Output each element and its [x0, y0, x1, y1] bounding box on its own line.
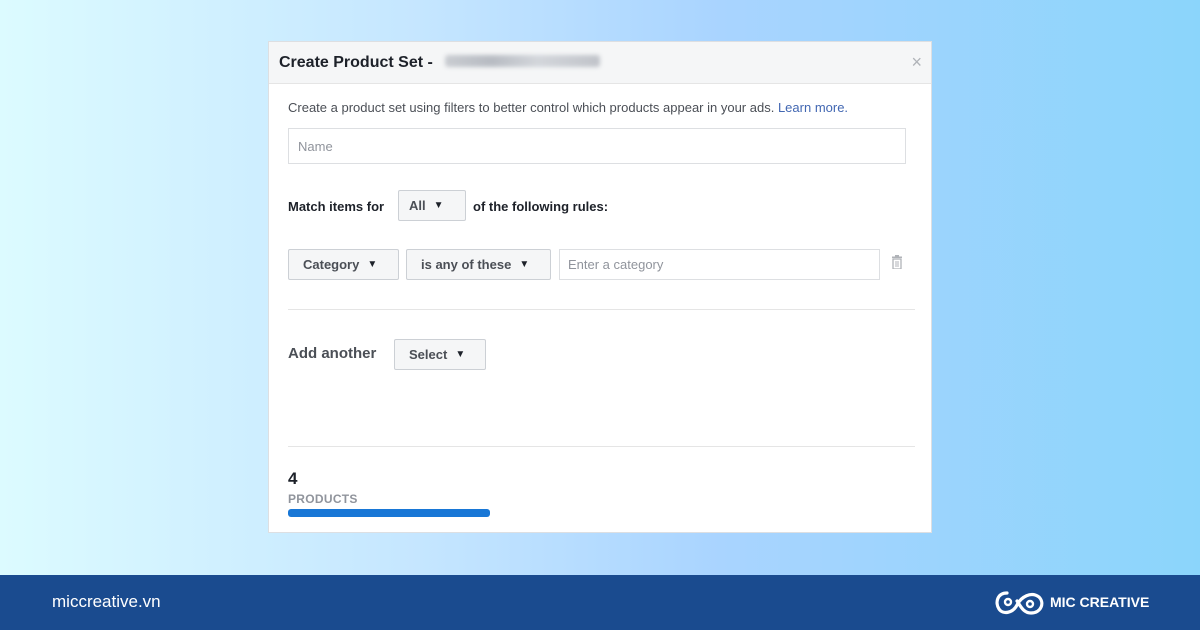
- product-count: 4: [288, 469, 298, 488]
- name-input[interactable]: [288, 128, 906, 164]
- product-count-label: PRODUCTS: [288, 492, 358, 506]
- following-rules-label: of the following rules:: [473, 199, 609, 214]
- learn-more-link[interactable]: Learn more.: [778, 100, 848, 115]
- divider: [288, 309, 915, 310]
- divider: [288, 446, 915, 447]
- footer-bar: miccreative.vn MIC CREATIVE: [0, 575, 1200, 630]
- rule-operator-dropdown[interactable]: is any of these ▼: [406, 249, 551, 280]
- add-rule-select-value: Select: [409, 347, 448, 362]
- match-items-label: Match items for: [288, 199, 385, 214]
- rule-operator-value: is any of these: [421, 257, 512, 272]
- brand-name: MIC CREATIVE: [1050, 594, 1150, 610]
- rule-field-value: Category: [303, 257, 360, 272]
- dialog-title-text: Create Product Set -: [279, 54, 433, 71]
- mic-creative-logo-icon: [995, 591, 1044, 615]
- add-another-label: Add another: [288, 345, 377, 362]
- blurred-catalog-name: [445, 55, 601, 68]
- match-mode-value: All: [409, 198, 426, 213]
- match-mode-dropdown[interactable]: All ▼: [398, 190, 466, 221]
- close-icon[interactable]: ×: [911, 52, 922, 72]
- caret-down-icon: ▼: [519, 259, 530, 270]
- caret-down-icon: ▼: [367, 259, 378, 270]
- intro-text: Create a product set using filters to be…: [288, 100, 848, 115]
- product-progress-bar: [288, 509, 490, 517]
- caret-down-icon: ▼: [455, 349, 466, 360]
- trash-icon[interactable]: [891, 255, 903, 269]
- create-product-set-dialog: Create Product Set - × Create a product …: [268, 41, 932, 533]
- intro-description: Create a product set using filters to be…: [288, 100, 775, 115]
- site-url: miccreative.vn: [52, 592, 161, 611]
- category-input[interactable]: [559, 249, 880, 280]
- add-rule-select-dropdown[interactable]: Select ▼: [394, 339, 486, 370]
- caret-down-icon: ▼: [433, 200, 444, 211]
- dialog-title: Create Product Set -: [279, 54, 601, 72]
- dialog-header: Create Product Set - ×: [269, 42, 931, 84]
- product-progress-fill: [288, 509, 490, 517]
- rule-field-dropdown[interactable]: Category ▼: [288, 249, 399, 280]
